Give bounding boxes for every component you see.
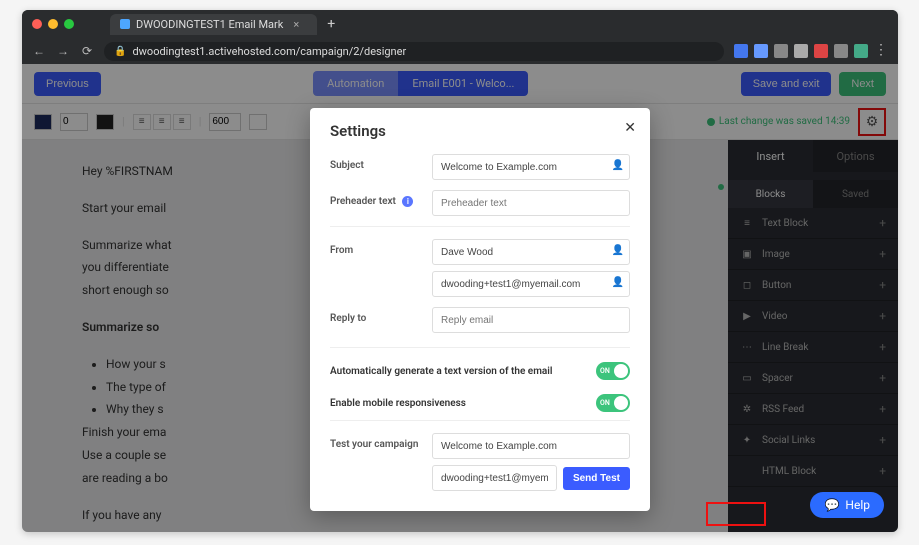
extension-icons: ⋮	[734, 44, 888, 58]
send-test-button[interactable]: Send Test	[563, 467, 630, 490]
preheader-label: Preheader text i	[330, 190, 422, 207]
browser-tab[interactable]: DWOODINGTEST1 Email Mark ×	[110, 14, 317, 35]
responsive-label: Enable mobile responsiveness	[330, 398, 466, 409]
close-window-icon[interactable]	[32, 19, 42, 29]
maximize-window-icon[interactable]	[64, 19, 74, 29]
close-modal-button[interactable]: ✕	[624, 120, 636, 136]
subject-input[interactable]	[432, 154, 630, 180]
personalize-icon[interactable]: 👤	[612, 245, 624, 256]
forward-icon[interactable]: →	[56, 44, 70, 58]
ext-icon[interactable]	[794, 44, 808, 58]
info-icon[interactable]: i	[402, 196, 413, 207]
lock-icon: 🔒	[114, 46, 126, 57]
close-tab-icon[interactable]: ×	[293, 18, 299, 31]
reload-icon[interactable]: ⟳	[80, 44, 94, 58]
reply-to-label: Reply to	[330, 307, 422, 324]
test-email-input[interactable]	[432, 465, 557, 491]
subject-label: Subject	[330, 154, 422, 171]
help-button[interactable]: 💬 Help	[810, 492, 884, 518]
settings-modal: Settings ✕ Subject 👤 Preheader text i Fr…	[310, 108, 650, 511]
preheader-input[interactable]	[432, 190, 630, 216]
test-campaign-label: Test your campaign	[330, 433, 422, 450]
favicon-icon	[120, 19, 130, 29]
reply-to-input[interactable]	[432, 307, 630, 333]
ext-icon[interactable]	[774, 44, 788, 58]
help-icon: 💬	[824, 498, 839, 512]
url-text: dwoodingtest1.activehosted.com/campaign/…	[132, 45, 406, 58]
modal-title: Settings	[330, 122, 630, 140]
ext-icon[interactable]	[854, 44, 868, 58]
new-tab-button[interactable]: +	[327, 16, 335, 32]
test-subject-input[interactable]	[432, 433, 630, 459]
ext-icon[interactable]	[754, 44, 768, 58]
ext-icon[interactable]	[734, 44, 748, 58]
titlebar: DWOODINGTEST1 Email Mark × +	[22, 10, 898, 38]
minimize-window-icon[interactable]	[48, 19, 58, 29]
ext-icon[interactable]	[814, 44, 828, 58]
browser-window: DWOODINGTEST1 Email Mark × + ← → ⟳ 🔒 dwo…	[22, 10, 898, 532]
address-bar: ← → ⟳ 🔒 dwoodingtest1.activehosted.com/c…	[22, 38, 898, 64]
tab-title: DWOODINGTEST1 Email Mark	[136, 18, 283, 31]
auto-text-toggle[interactable]: ON	[596, 362, 630, 380]
back-icon[interactable]: ←	[32, 44, 46, 58]
responsive-toggle[interactable]: ON	[596, 394, 630, 412]
from-name-input[interactable]	[432, 239, 630, 265]
url-field[interactable]: 🔒 dwoodingtest1.activehosted.com/campaig…	[104, 42, 724, 61]
auto-text-label: Automatically generate a text version of…	[330, 366, 552, 377]
from-label: From	[330, 239, 422, 256]
menu-icon[interactable]: ⋮	[874, 44, 888, 58]
from-email-input[interactable]	[432, 271, 630, 297]
personalize-icon[interactable]: 👤	[612, 277, 624, 288]
ext-icon[interactable]	[834, 44, 848, 58]
personalize-icon[interactable]: 👤	[612, 160, 624, 171]
